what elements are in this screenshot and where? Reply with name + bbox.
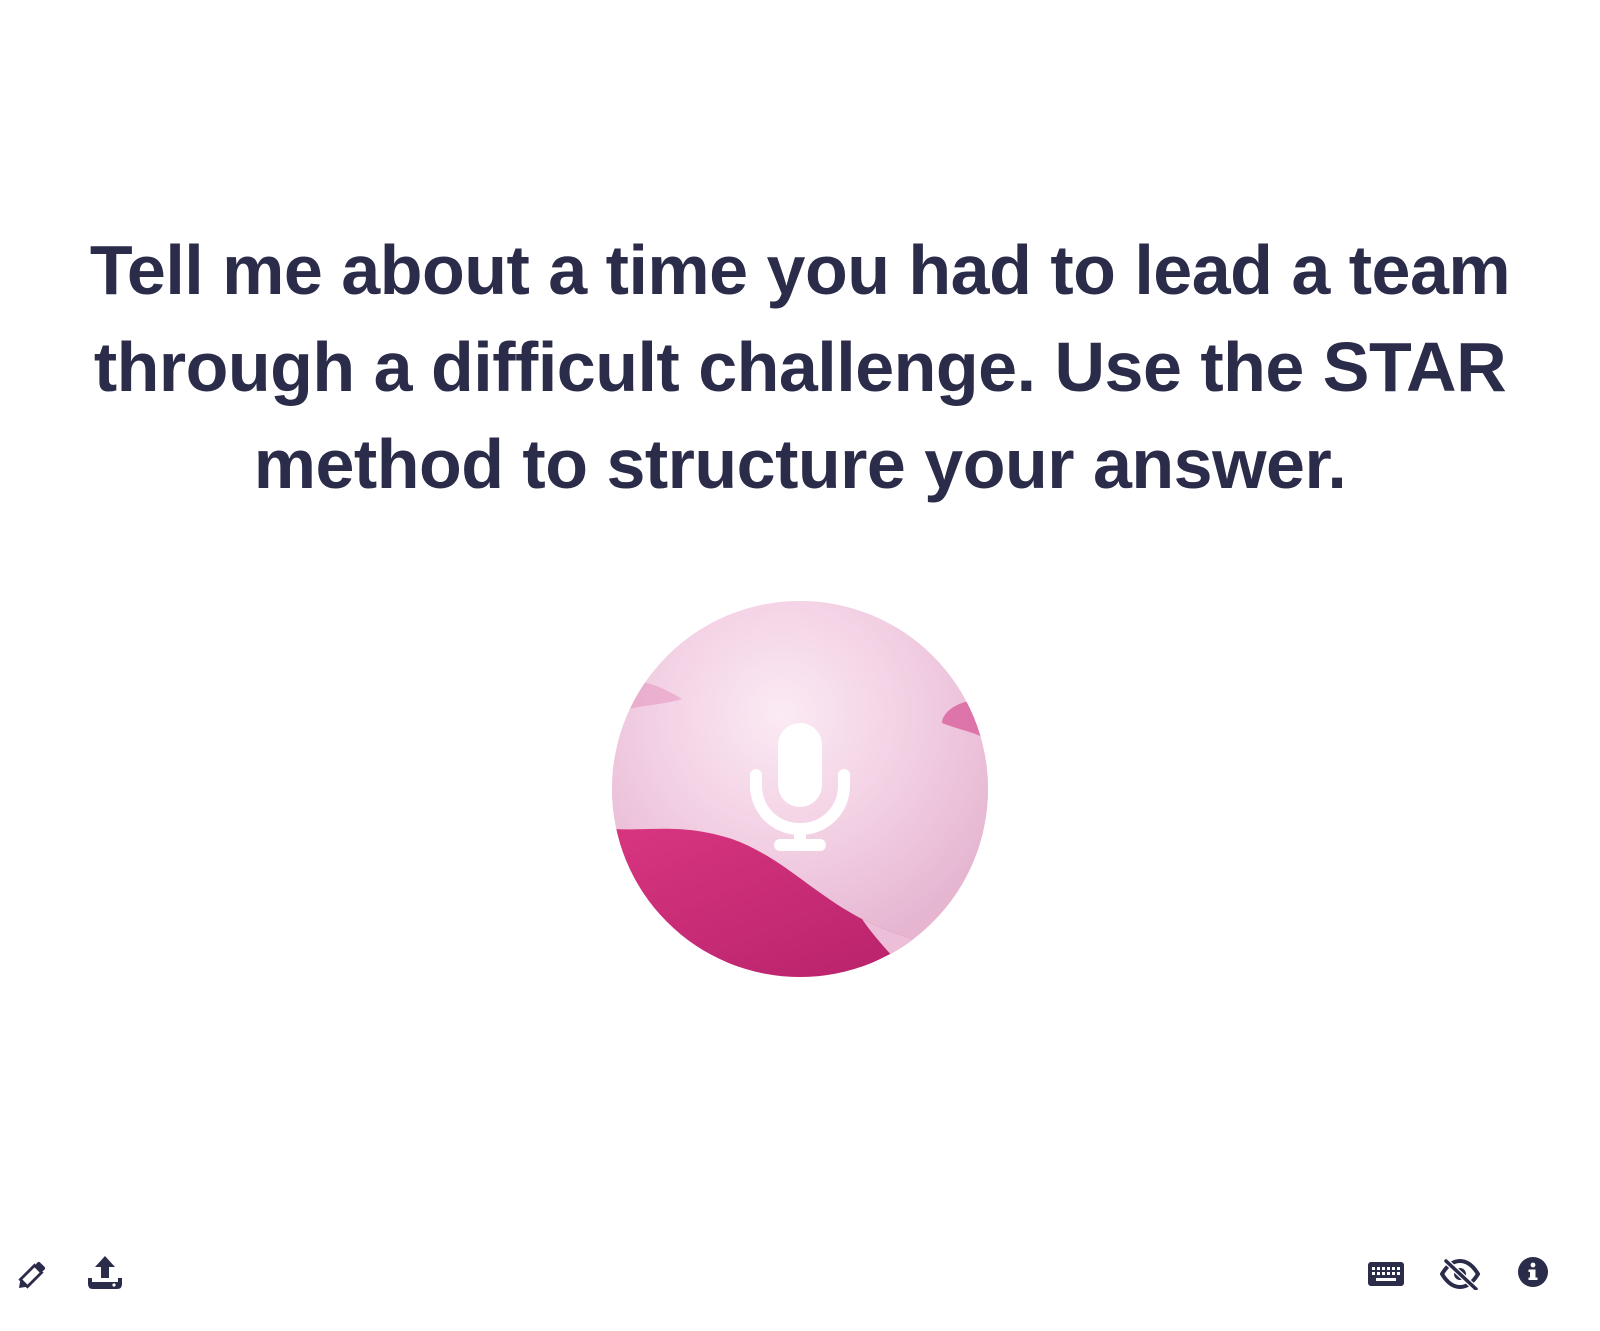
- info-button[interactable]: [1513, 1252, 1553, 1292]
- question-prompt: Tell me about a time you had to lead a t…: [89, 231, 1511, 503]
- eye-slash-icon: [1440, 1258, 1480, 1290]
- hide-button[interactable]: [1440, 1254, 1480, 1294]
- keyboard-icon: [1368, 1262, 1404, 1286]
- record-button[interactable]: [612, 601, 988, 977]
- pencil-icon: [18, 1261, 46, 1289]
- info-icon: [1518, 1257, 1548, 1287]
- upload-button[interactable]: [85, 1253, 125, 1293]
- keyboard-button[interactable]: [1366, 1254, 1406, 1294]
- microphone-icon: [750, 723, 850, 851]
- upload-icon: [88, 1256, 122, 1289]
- edit-button[interactable]: [11, 1256, 51, 1296]
